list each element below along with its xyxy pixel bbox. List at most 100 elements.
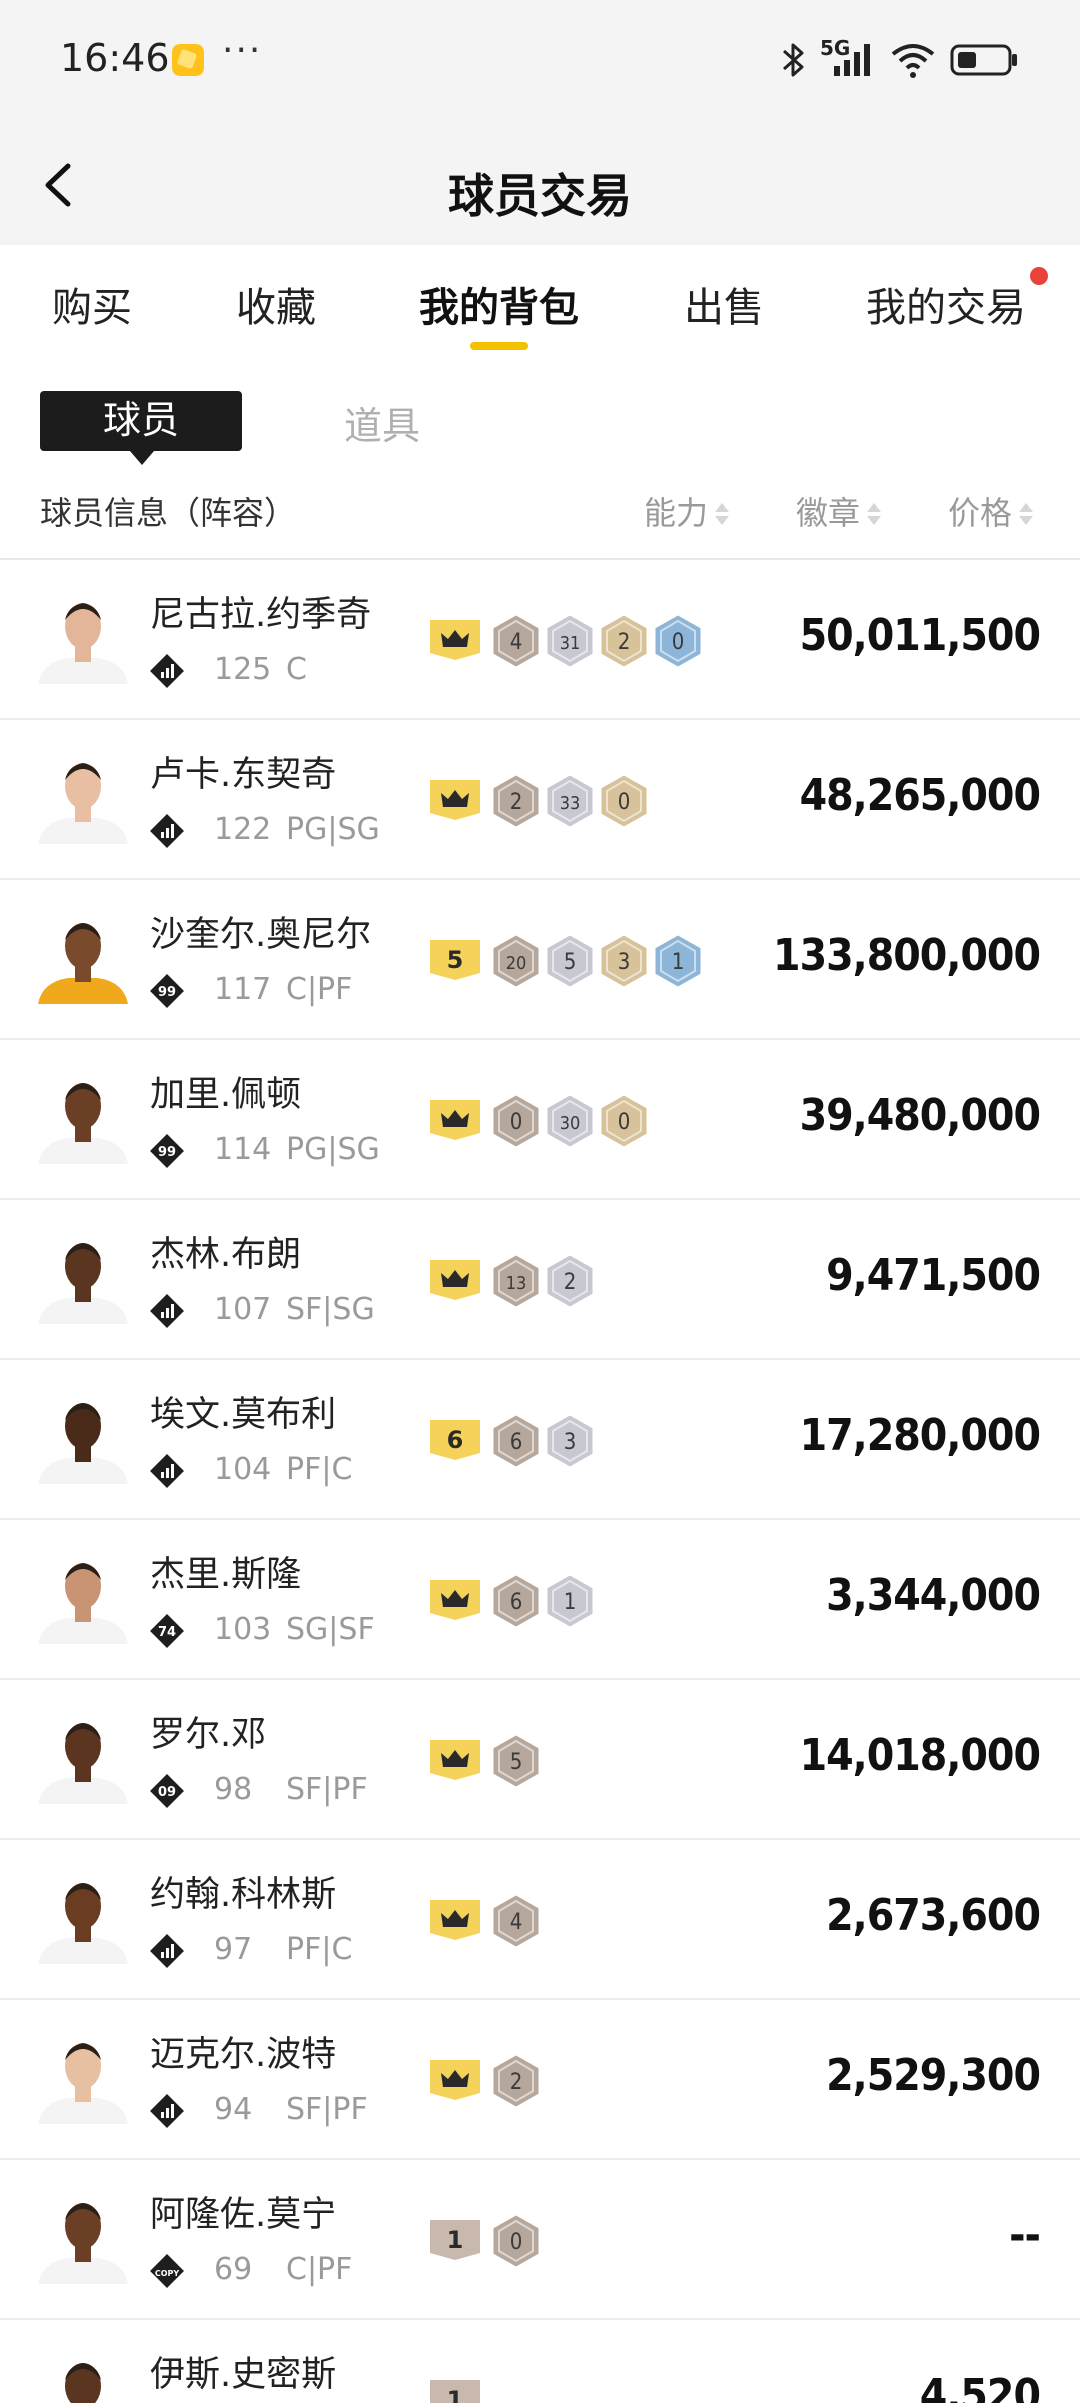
player-avatar	[38, 1723, 128, 1804]
player-row[interactable]: 迈克尔.波特 94 SF|PF 2 2,529,300	[0, 2000, 1080, 2160]
badge-count: 13	[506, 1273, 527, 1294]
svg-text:09: 09	[158, 1785, 176, 1800]
subtab-items[interactable]: 道具	[344, 395, 420, 450]
badge-hexagon: 0	[600, 774, 648, 828]
status-time: 16:46	[60, 36, 170, 80]
player-rating: 122	[214, 812, 272, 847]
badge-count: 0	[510, 1110, 523, 1135]
badge-hexagon: 0	[654, 614, 702, 668]
player-name: 罗尔.邓	[150, 1715, 267, 1755]
player-price: 2,529,300	[826, 2050, 1041, 2101]
player-avatar	[38, 1083, 128, 1164]
player-price: 50,011,500	[799, 610, 1041, 661]
sort-price[interactable]: 价格	[948, 488, 1034, 534]
player-avatar	[38, 2203, 128, 2284]
player-row[interactable]: 卢卡.东契奇 122 PG|SG 2 33 0 48,265,000	[0, 720, 1080, 880]
tab-my-bag[interactable]: 我的背包	[419, 275, 579, 333]
player-rating: 104	[214, 1452, 272, 1487]
main-tabs: 购买 收藏 我的背包 出售 我的交易	[0, 245, 1080, 365]
player-name: 约翰.科林斯	[150, 1875, 337, 1915]
badge-hexagon: 2	[600, 614, 648, 668]
player-row[interactable]: 杰林.布朗 107 SF|SG 13 2 9,471,500	[0, 1200, 1080, 1360]
player-name: 沙奎尔.奥尼尔	[150, 915, 372, 955]
badge-count: 2	[618, 630, 631, 655]
badge-hexagon: 6	[492, 1574, 540, 1628]
svg-text:99: 99	[158, 1145, 176, 1160]
player-row[interactable]: 罗尔.邓 09 98 SF|PF 5 14,018,000	[0, 1680, 1080, 1840]
player-tier-icon	[150, 1454, 184, 1488]
player-position: PG|SG	[286, 1132, 380, 1167]
player-row[interactable]: 沙奎尔.奥尼尔 99 117 C|PF 5 20 5 3 1 133,800,000	[0, 880, 1080, 1040]
level-tag-value: 1	[447, 2226, 464, 2254]
badge-count: 0	[510, 2230, 523, 2255]
badge-count: 2	[510, 790, 523, 815]
badge-hexagon: 0	[600, 1094, 648, 1148]
player-name: 埃文.莫布利	[150, 1395, 337, 1435]
player-rating: 94	[214, 2092, 253, 2127]
level-tag-value: 5	[447, 946, 464, 974]
tab-favorites[interactable]: 收藏	[236, 275, 316, 333]
player-avatar	[38, 2043, 128, 2124]
status-bar: 16:46 ··· 5G	[0, 0, 1080, 120]
player-tier-icon	[150, 654, 184, 688]
badge-hexagon: 1	[654, 934, 702, 988]
crown-icon	[430, 1260, 480, 1300]
player-name: 迈克尔.波特	[150, 2035, 337, 2075]
player-avatar	[65, 2363, 101, 2403]
badge-hexagon: 2	[492, 2054, 540, 2108]
level-tag: 6	[430, 1420, 480, 1460]
player-row[interactable]: 埃文.莫布利 104 PF|C 6 6 3 17,280,000	[0, 1360, 1080, 1520]
player-avatar	[38, 1243, 128, 1324]
player-row[interactable]: 尼古拉.约季奇 125 C 4 31 2 0 50,011,500	[0, 560, 1080, 720]
player-rating: 98	[214, 1772, 253, 1807]
crown-icon	[430, 1100, 480, 1140]
badge-hexagon: 3	[546, 1414, 594, 1468]
player-row[interactable]: 伊斯.史密斯 1 4,520	[0, 2320, 1080, 2403]
badge-count: 2	[510, 2070, 523, 2095]
player-row[interactable]: 阿隆佐.莫宁 COPY 69 C|PF 1 0 --	[0, 2160, 1080, 2320]
sort-badges[interactable]: 徽章	[796, 488, 882, 534]
badge-count: 4	[510, 630, 523, 655]
player-position: C|PF	[286, 972, 353, 1007]
player-position: SF|SG	[286, 1292, 375, 1327]
player-row[interactable]: 约翰.科林斯 97 PF|C 4 2,673,600	[0, 1840, 1080, 2000]
player-tier-icon: COPY	[150, 2254, 184, 2288]
subtab-players[interactable]: 球员	[40, 391, 242, 465]
player-rating: 103	[214, 1612, 272, 1647]
player-price: 2,673,600	[826, 1890, 1041, 1941]
badge-hexagon: 20	[492, 934, 540, 988]
player-position: PG|SG	[286, 812, 380, 847]
active-tab-indicator	[470, 342, 528, 350]
player-price: 17,280,000	[799, 1410, 1041, 1461]
badge-count: 30	[560, 1113, 581, 1134]
player-position: SF|PF	[286, 1772, 368, 1807]
player-rating: 125	[214, 652, 272, 687]
sub-tabs: 球员 道具	[0, 365, 1080, 465]
player-rating: 117	[214, 972, 272, 1007]
sort-ability[interactable]: 能力	[644, 488, 730, 534]
tab-my-trades[interactable]: 我的交易	[866, 275, 1026, 333]
player-price: 4,520	[919, 2370, 1041, 2403]
player-position: C	[286, 652, 307, 687]
tab-buy[interactable]: 购买	[52, 275, 132, 333]
badge-count: 5	[510, 1750, 523, 1775]
player-row[interactable]: 加里.佩顿 99 114 PG|SG 0 30 0 39,480,000	[0, 1040, 1080, 1200]
player-rating: 97	[214, 1932, 253, 1967]
badge-hexagon: 33	[546, 774, 594, 828]
player-price: 3,344,000	[826, 1570, 1041, 1621]
level-tag: 1	[430, 2380, 480, 2403]
tab-sell[interactable]: 出售	[684, 275, 764, 333]
player-avatar	[38, 1403, 128, 1484]
badge-hexagon: 13	[492, 1254, 540, 1308]
badge-hexagon: 2	[546, 1254, 594, 1308]
column-header: 球员信息（阵容） 能力 徽章 价格	[0, 470, 1080, 560]
badge-count: 0	[618, 790, 631, 815]
player-avatar	[38, 1883, 128, 1964]
badge-hexagon: 31	[546, 614, 594, 668]
player-row[interactable]: 杰里.斯隆 74 103 SG|SF 6 1 3,344,000	[0, 1520, 1080, 1680]
player-price: 9,471,500	[826, 1250, 1041, 1301]
badge-count: 0	[618, 1110, 631, 1135]
player-price: 14,018,000	[799, 1730, 1041, 1781]
player-tier-icon	[150, 2094, 184, 2128]
badge-count: 2	[564, 1270, 577, 1295]
